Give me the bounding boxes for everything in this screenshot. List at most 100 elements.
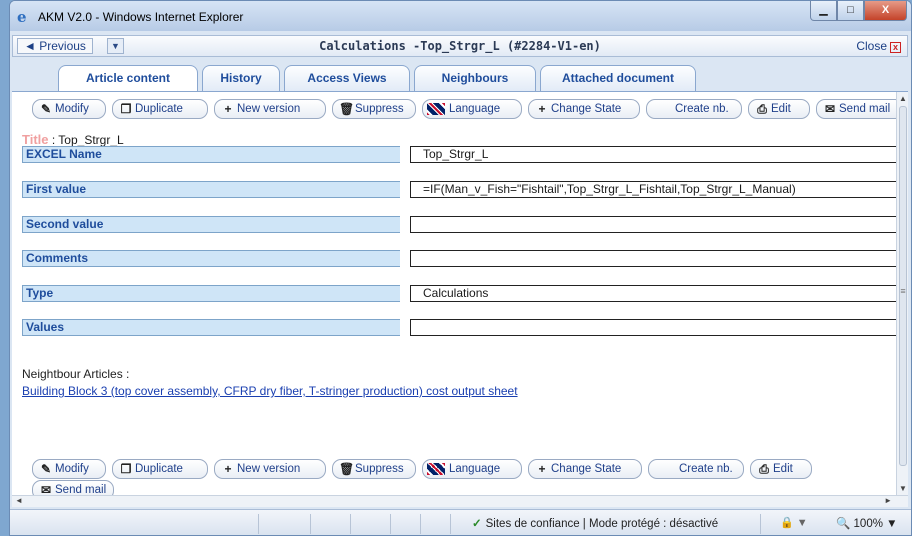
field-row-second-value: Second value [22,216,904,233]
security-zone[interactable]: ✓ Sites de confiance | Mode protégé : dés… [472,516,718,530]
field-value: =IF(Man_v_Fish="Fishtail",Top_Strgr_L_Fi… [410,181,904,198]
new-version-button[interactable]: + New version [214,99,326,119]
duplicate-icon: ❐ [120,462,132,476]
new-version-label: New version [237,103,301,115]
zoom-icon: 🔍 [836,518,851,530]
duplicate-button[interactable]: ❐ Duplicate [112,459,208,479]
change-state-button[interactable]: + Change State [528,99,640,119]
create-nb-button[interactable]: Create nb. [648,459,744,479]
new-version-button[interactable]: + New version [214,459,326,479]
window-titlebar: e AKM V2.0 - Windows Internet Explorer ▁… [10,1,911,31]
article-title: Title : Top_Strgr_L [22,132,124,147]
zoom-button[interactable]: 🔍 100% ▼ [836,516,898,530]
minimize-button[interactable]: ▁ [810,1,837,21]
suppress-button[interactable]: 🗑 Suppress [332,459,416,479]
status-divider [310,514,311,534]
chevron-down-icon: ▼ [886,518,898,530]
field-row-comments: Comments [22,250,904,267]
create-nb-label: Create nb. [675,103,729,115]
close-article-link[interactable]: Close x [856,39,901,53]
new-version-label: New version [237,463,301,475]
title-label: Title [22,132,49,147]
scroll-up-arrow-icon[interactable]: ▲ [897,94,909,103]
zoom-level: 100% [853,518,883,530]
scroll-down-arrow-icon[interactable]: ▼ [897,484,909,493]
field-row-values: Values [22,319,904,336]
tab-history[interactable]: History [202,65,280,91]
create-nb-button[interactable]: Create nb. [646,99,742,119]
scroll-right-arrow-icon[interactable]: ► [884,496,892,505]
scroll-left-arrow-icon[interactable]: ◄ [15,496,23,505]
article-content-panel: ✎ Modify ❐ Duplicate + New version 🗑 Suppres… [12,91,908,500]
check-icon: ✓ [472,518,482,530]
browser-window: e AKM V2.0 - Windows Internet Explorer ▁… [9,0,912,536]
send-mail-button[interactable]: ✉ Send mail [816,99,904,119]
language-button[interactable]: Language [422,459,522,479]
field-value: Top_Strgr_L [410,146,904,163]
language-label: Language [449,463,501,475]
field-row-excel-name: EXCEL Name Top_Strgr_L [22,146,904,163]
field-label: Comments [22,250,400,267]
lock-icon: 🔒 [780,517,794,529]
status-divider [450,514,451,534]
field-row-type: Type Calculations [22,285,904,302]
status-divider [420,514,421,534]
duplicate-label: Duplicate [135,103,183,115]
protected-mode-button[interactable]: 🔒 ▼ [780,516,808,529]
printer-icon: ⎙ [759,462,769,476]
status-divider [760,514,761,534]
tab-bar: Article content History Access Views Nei… [12,61,908,92]
field-label: Type [22,285,400,302]
tab-access-views[interactable]: Access Views [284,65,410,91]
neighbour-article-link[interactable]: Building Block 3 (top cover assembly, CF… [22,384,518,398]
article-navbar: ◄ Previous ▼ Calculations -Top_Strgr_L (… [12,35,908,57]
change-state-button[interactable]: + Change State [528,459,642,479]
field-label: EXCEL Name [22,146,400,163]
edit-button[interactable]: ⎙ Edit [748,99,810,119]
modify-button[interactable]: ✎ Modify [32,99,106,119]
field-label: First value [22,181,400,198]
vertical-scrollbar[interactable]: ▲ ≡ ▼ [896,92,908,495]
suppress-label: Suppress [355,463,404,475]
document-title: Calculations -Top_Strgr_L (#2284-V1-en) [319,39,601,53]
uk-flag-icon [427,103,445,115]
edit-label: Edit [773,463,793,475]
tab-neighbours[interactable]: Neighbours [414,65,536,91]
modify-label: Modify [55,463,89,475]
edit-label: Edit [771,103,791,115]
status-bar: ✓ Sites de confiance | Mode protégé : dés… [10,509,911,535]
field-label: Second value [22,216,400,233]
trash-icon: 🗑 [339,462,355,476]
horizontal-scrollbar[interactable]: ◄ ► [12,495,908,507]
window-close-button[interactable]: X [864,1,907,21]
suppress-label: Suppress [355,103,404,115]
language-button[interactable]: Language [422,99,522,119]
field-label: Values [22,319,400,336]
field-value [410,216,904,233]
chevron-down-icon: ▼ [796,517,808,529]
duplicate-button[interactable]: ❐ Duplicate [112,99,208,119]
uk-flag-icon [427,463,445,475]
duplicate-label: Duplicate [135,463,183,475]
pencil-icon: ✎ [40,462,52,476]
trash-icon: 🗑 [339,102,355,116]
plus-icon: + [538,102,546,116]
maximize-button[interactable]: □ [837,1,864,21]
modify-button[interactable]: ✎ Modify [32,459,106,479]
change-state-label: Change State [551,103,622,115]
suppress-button[interactable]: 🗑 Suppress [332,99,416,119]
field-value: Calculations [410,285,904,302]
create-nb-label: Create nb. [679,463,733,475]
envelope-icon: ✉ [824,102,836,116]
grip-icon: ≡ [900,286,906,296]
neighbour-articles-heading: Neightbour Articles : [22,367,130,381]
status-divider [350,514,351,534]
plus-icon: + [224,462,232,476]
duplicate-icon: ❐ [120,102,132,116]
tab-article-content[interactable]: Article content [58,65,198,92]
ie-logo-icon: e [17,8,27,26]
tab-attached-document[interactable]: Attached document [540,65,696,91]
send-mail-label: Send mail [839,103,891,115]
field-value [410,250,904,267]
edit-button[interactable]: ⎙ Edit [750,459,812,479]
